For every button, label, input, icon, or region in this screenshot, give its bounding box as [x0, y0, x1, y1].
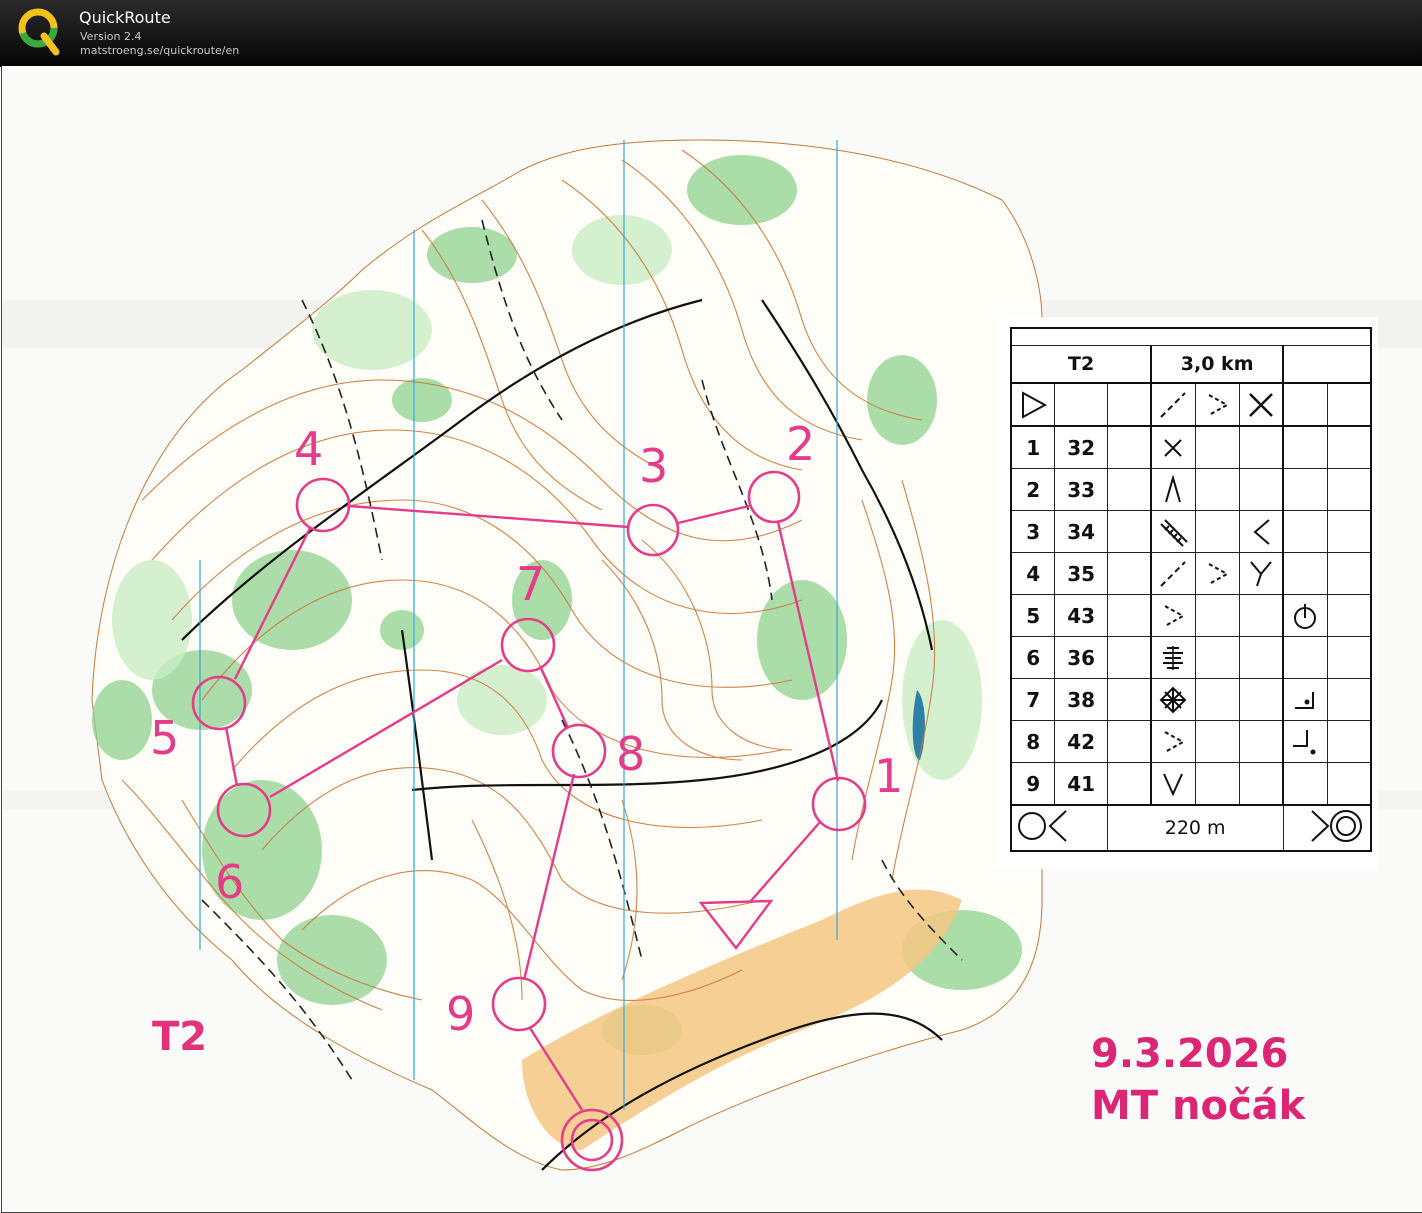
app-url[interactable]: matstroeng.se/quickroute/en — [80, 44, 239, 58]
finish-distance: 220 m — [1106, 804, 1284, 852]
control-row: 8 42 — [1010, 720, 1372, 763]
course-label: T2 — [152, 1014, 208, 1060]
control-number: 4 — [294, 422, 323, 476]
control-number: 8 — [616, 727, 645, 781]
start-triangle-icon — [1022, 390, 1048, 419]
path-end-icon — [1208, 562, 1230, 585]
path-end-icon — [1208, 393, 1230, 416]
control-row: 3 34 — [1010, 510, 1372, 553]
control-number: 6 — [215, 855, 244, 909]
control-number: 1 — [874, 749, 903, 803]
control-number: 9 — [1010, 762, 1056, 806]
table-header-row: T2 3,0 km — [1010, 345, 1372, 384]
control-row: 9 41 — [1010, 762, 1372, 806]
control-number: 3 — [639, 439, 668, 493]
control-code: 41 — [1054, 762, 1108, 806]
finish-end-icon — [1311, 809, 1362, 842]
crossing-icon — [1248, 392, 1273, 417]
control-row: 5 43 — [1010, 594, 1372, 637]
control-code: 34 — [1054, 510, 1108, 553]
control-description-table: T2 3,0 km 1 32 2 33 3 34 4 35 5 43 6 36 … — [1010, 327, 1372, 852]
control-number: 1 — [1010, 425, 1056, 469]
control-number: 6 — [1010, 636, 1056, 679]
earth-bank-icon — [1160, 518, 1189, 547]
course-name: T2 — [1010, 345, 1153, 384]
reentrant-icon — [1163, 773, 1184, 796]
app-title: QuickRoute — [79, 8, 171, 27]
path-junction-icon — [1160, 391, 1187, 418]
control-code: 35 — [1054, 552, 1108, 595]
corner-icon — [1295, 691, 1315, 709]
path-end-icon — [1164, 604, 1186, 627]
control-row: 4 35 — [1010, 552, 1372, 595]
fork-icon — [1250, 560, 1272, 586]
finish-row: 220 m — [1010, 804, 1372, 852]
control-number: 2 — [786, 417, 815, 471]
app-version: Version 2.4 — [80, 30, 142, 43]
finish-start-icon — [1018, 809, 1067, 842]
quickroute-logo-icon — [18, 8, 60, 56]
marsh-icon — [1163, 645, 1184, 670]
spur-icon — [1165, 473, 1182, 502]
thicket-icon — [1160, 686, 1187, 713]
control-code: 42 — [1054, 720, 1108, 763]
foot-icon — [1294, 603, 1317, 629]
control-row: 2 33 — [1010, 468, 1372, 511]
start-row — [1010, 382, 1372, 427]
control-code: 36 — [1054, 636, 1108, 679]
course-length: 3,0 km — [1150, 345, 1285, 384]
control-row: 1 32 — [1010, 425, 1372, 469]
control-code: 43 — [1054, 594, 1108, 637]
control-number: 4 — [1010, 552, 1056, 595]
control-number: 5 — [150, 711, 179, 765]
control-number: 8 — [1010, 720, 1056, 763]
control-number: 3 — [1010, 510, 1056, 553]
control-number: 7 — [1010, 678, 1056, 721]
control-code: 32 — [1054, 425, 1108, 469]
control-number: 9 — [446, 987, 475, 1041]
cross-icon — [1164, 438, 1183, 457]
control-row: 6 36 — [1010, 636, 1372, 679]
control-number: 7 — [516, 557, 545, 611]
event-name: MT nočák — [1091, 1083, 1306, 1129]
corner-inside-icon — [1293, 729, 1316, 754]
bend-icon — [1253, 518, 1270, 545]
control-code: 38 — [1054, 678, 1108, 721]
event-date: 9.3.2026 — [1091, 1031, 1289, 1077]
control-number: 2 — [1010, 468, 1056, 511]
control-number: 5 — [1010, 594, 1056, 637]
control-row: 7 38 — [1010, 678, 1372, 721]
app-header: QuickRoute Version 2.4 matstroeng.se/qui… — [0, 0, 1422, 67]
path-end-icon — [1164, 730, 1186, 753]
path-junction-icon — [1160, 560, 1187, 587]
control-code: 33 — [1054, 468, 1108, 511]
table-top-strip — [1010, 327, 1372, 346]
start-symbol-cell — [1010, 382, 1056, 427]
